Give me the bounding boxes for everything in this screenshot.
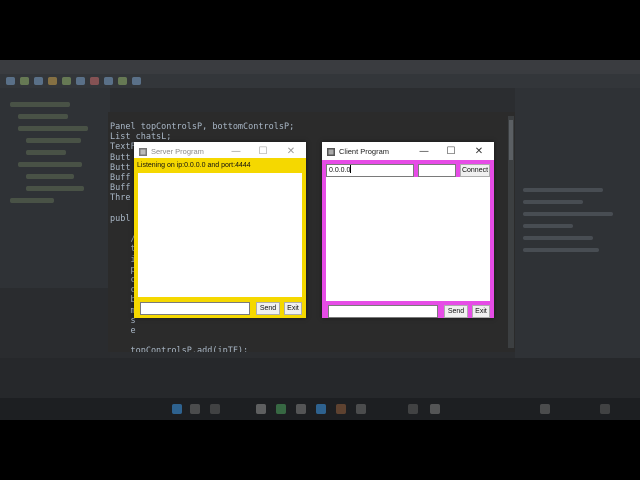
ide-menubar <box>0 60 640 74</box>
toolbar-icon[interactable] <box>20 77 29 85</box>
maximize-icon[interactable]: ☐ <box>444 145 458 159</box>
taskbar-app-icon[interactable] <box>540 404 550 414</box>
code-line: m <box>110 305 136 316</box>
editor-scrollbar[interactable] <box>508 116 514 348</box>
code-line: c <box>110 275 136 285</box>
code-line: e <box>110 326 136 336</box>
toolbar-icon[interactable] <box>118 77 127 85</box>
minimize-icon[interactable]: — <box>229 145 243 159</box>
maximize-icon[interactable]: ☐ <box>256 145 270 159</box>
client-content-frame: 0.0.0.0 Connect Send Exit <box>322 160 494 318</box>
taskbar-app-icon[interactable] <box>190 404 200 414</box>
server-message-input[interactable] <box>140 302 250 315</box>
minimize-icon[interactable]: — <box>417 145 431 159</box>
code-line: Thre <box>110 193 131 204</box>
close-icon[interactable]: ✕ <box>472 145 486 159</box>
taskbar-app-icon[interactable] <box>600 404 610 414</box>
taskbar-app-icon[interactable] <box>430 404 440 414</box>
client-send-button[interactable]: Send <box>444 305 468 318</box>
taskbar-app-icon[interactable] <box>336 404 346 414</box>
taskbar-app-icon[interactable] <box>316 404 326 414</box>
client-port-input[interactable] <box>418 164 456 177</box>
toolbar-icon[interactable] <box>132 77 141 85</box>
toolbar-icon[interactable] <box>62 77 71 85</box>
client-titlebar[interactable]: Client Program — ☐ ✕ <box>322 142 494 162</box>
client-chat-list[interactable] <box>326 177 490 301</box>
code-line: p <box>110 264 136 275</box>
ide-toolbar <box>0 74 640 88</box>
code-line: Buff <box>110 183 131 194</box>
code-line: Buff <box>110 173 131 183</box>
toolbar-icon[interactable] <box>48 77 57 85</box>
taskbar-app-icon[interactable] <box>256 404 266 414</box>
client-window-title: Client Program <box>339 147 390 156</box>
connect-button[interactable]: Connect <box>460 164 490 177</box>
taskbar-app-icon[interactable] <box>356 404 366 414</box>
server-send-button[interactable]: Send <box>256 302 280 315</box>
toolbar-icon[interactable] <box>34 77 43 85</box>
taskbar-app-icon[interactable] <box>276 404 286 414</box>
code-line: t <box>110 244 136 255</box>
taskbar-app-icon[interactable] <box>172 404 182 414</box>
server-exit-button[interactable]: Exit <box>284 302 302 315</box>
client-ip-input[interactable]: 0.0.0.0 <box>326 164 414 177</box>
ip-value: 0.0.0.0 <box>329 167 351 174</box>
taskbar-app-icon[interactable] <box>210 404 220 414</box>
taskbar-app-icon[interactable] <box>408 404 418 414</box>
client-message-input[interactable] <box>328 305 438 318</box>
code-line: b <box>110 295 136 306</box>
taskbar <box>0 398 640 420</box>
client-exit-button[interactable]: Exit <box>472 305 490 318</box>
code-line: Butt <box>110 162 131 173</box>
code-line: / <box>110 234 136 245</box>
toolbar-icon[interactable] <box>76 77 85 85</box>
taskbar-app-icon[interactable] <box>296 404 306 414</box>
code-line: Butt <box>110 152 131 163</box>
client-window[interactable]: Client Program — ☐ ✕ 0.0.0.0 Connect Sen… <box>322 142 494 318</box>
code-line: Panel topControlsP, bottomControlsP; <box>110 122 295 132</box>
server-content-frame: Listening on ip:0.0.0.0 and port:4444 Se… <box>134 158 306 318</box>
code-line: s <box>110 315 136 326</box>
close-icon[interactable]: ✕ <box>284 145 298 159</box>
code-line: topControlsP.add(ipTF); <box>110 346 249 352</box>
server-window[interactable]: Server Program — ☐ ✕ Listening on ip:0.0… <box>134 142 306 318</box>
code-line: publ <box>110 213 131 224</box>
code-line: c <box>110 285 136 296</box>
java-app-icon <box>327 148 335 156</box>
code-line: i <box>110 254 136 265</box>
toolbar-icon[interactable] <box>104 77 113 85</box>
code-line: List chatsL; <box>110 132 172 143</box>
ide-output-panel <box>515 88 640 388</box>
toolbar-icon[interactable] <box>6 77 15 85</box>
toolbar-icon[interactable] <box>90 77 99 85</box>
server-status-label: Listening on ip:0.0.0.0 and port:4444 <box>134 158 306 173</box>
server-chat-list[interactable] <box>138 173 302 297</box>
desktop-screen: Panel topControlsP, bottomControlsP; List… <box>0 60 640 420</box>
server-window-title: Server Program <box>151 147 204 156</box>
java-app-icon <box>139 148 147 156</box>
